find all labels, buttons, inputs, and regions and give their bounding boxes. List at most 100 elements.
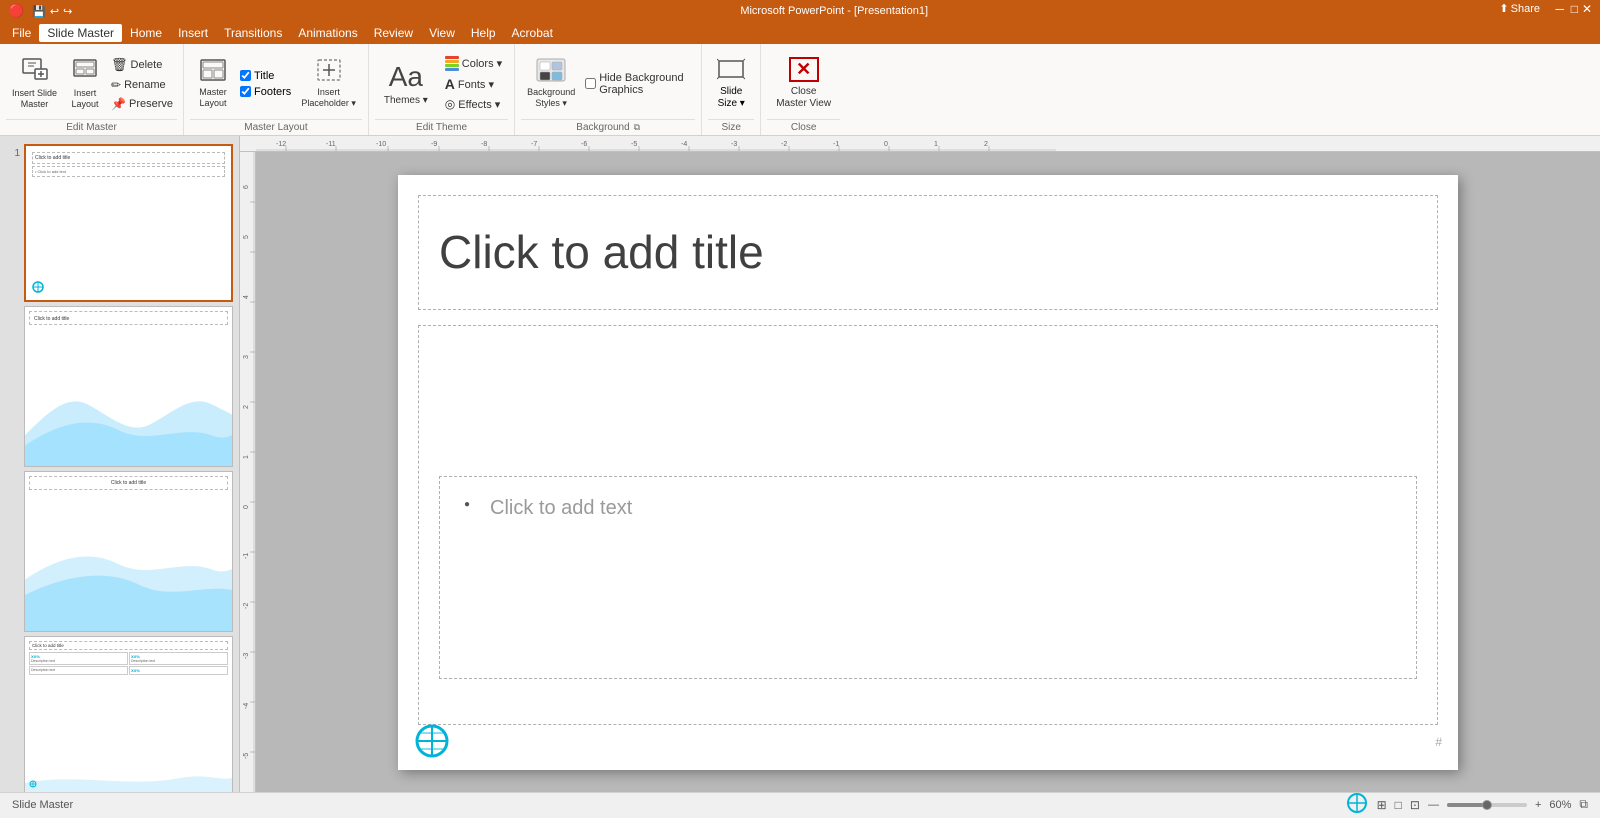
slide-logo — [414, 723, 450, 762]
svg-text:0: 0 — [884, 141, 888, 148]
svg-text:-9: -9 — [431, 141, 437, 148]
slide-number-placeholder: # — [1435, 735, 1442, 749]
quick-redo[interactable]: ↪ — [63, 5, 72, 18]
bullet-icon: ● — [464, 499, 470, 510]
menu-animations[interactable]: Animations — [290, 24, 365, 42]
fit-page-btn[interactable]: ⧉ — [1579, 797, 1588, 812]
slide-size-btn[interactable]: SlideSize ▾ — [708, 55, 754, 113]
insert-slide-master-icon — [21, 57, 49, 86]
svg-text:0: 0 — [243, 505, 250, 509]
slide-thumb-4[interactable]: Click to add title XX% Description text … — [24, 636, 233, 792]
zoom-in-btn[interactable]: + — [1535, 799, 1541, 811]
delete-btn[interactable]: 🗑 Delete — [107, 55, 177, 75]
menu-review[interactable]: Review — [366, 24, 421, 42]
zoom-out-btn[interactable]: — — [1428, 799, 1439, 811]
master-layout-icon — [199, 58, 227, 85]
zoom-slider[interactable] — [1447, 803, 1527, 807]
slide-thumb-2[interactable]: Click to add title — [24, 306, 233, 467]
ribbon-group-edit-master: Insert SlideMaster InsertLayout 🗑 Delete — [0, 44, 184, 135]
horizontal-ruler: -12 -11 -10 -9 -8 -7 -6 -5 -4 -3 -2 -1 0… — [240, 136, 1600, 152]
share-button[interactable]: ⬆ Share — [1499, 2, 1540, 15]
svg-text:3: 3 — [243, 355, 250, 359]
layout-checkboxes: Title Footers — [240, 70, 291, 98]
title-checkbox-label[interactable]: Title — [240, 70, 291, 82]
ribbon-group-size: SlideSize ▾ Size — [702, 44, 761, 135]
size-label: Size — [708, 119, 754, 133]
slide-thumb-1[interactable]: Click to add title • Click to add text — [24, 144, 233, 302]
svg-text:-11: -11 — [326, 141, 336, 148]
slide-title-placeholder[interactable]: Click to add title — [418, 195, 1438, 310]
svg-text:1: 1 — [934, 141, 938, 148]
fonts-btn[interactable]: A Fonts ▾ — [439, 74, 508, 94]
svg-text:-8: -8 — [481, 141, 487, 148]
svg-text:-5: -5 — [243, 753, 250, 759]
background-expand-icon[interactable]: ⧉ — [634, 122, 640, 133]
colors-icon — [445, 56, 459, 71]
ribbon-group-edit-theme: Aa Themes ▾ Colors ▾ A Fonts ▾ — [369, 44, 515, 135]
themes-btn[interactable]: Aa Themes ▾ — [375, 55, 437, 113]
svg-text:-3: -3 — [731, 141, 737, 148]
slide-thumb-container-3: Click to add title — [24, 471, 233, 632]
insert-placeholder-btn[interactable]: InsertPlaceholder ▾ — [295, 54, 362, 113]
view-outline-btn[interactable]: □ — [1395, 798, 1402, 812]
menu-acrobat[interactable]: Acrobat — [504, 24, 561, 42]
insert-slide-master-btn[interactable]: Insert SlideMaster — [6, 53, 63, 114]
menu-help[interactable]: Help — [463, 24, 504, 42]
quick-undo[interactable]: ↩ — [50, 5, 59, 18]
colors-btn[interactable]: Colors ▾ — [439, 54, 508, 73]
svg-text:-1: -1 — [833, 141, 839, 148]
title-checkbox[interactable] — [240, 70, 251, 81]
svg-text:-4: -4 — [243, 703, 250, 709]
background-styles-btn[interactable]: BackgroundStyles ▾ — [521, 54, 581, 113]
delete-icon: 🗑 — [111, 57, 128, 73]
ribbon-group-background: BackgroundStyles ▾ Hide Background Graph… — [515, 44, 702, 135]
hide-background-checkbox[interactable] — [585, 78, 596, 89]
title-bar-text: Microsoft PowerPoint - [Presentation1] — [740, 5, 928, 17]
zoom-level: 60% — [1549, 799, 1571, 811]
menu-insert[interactable]: Insert — [170, 24, 216, 42]
close-btn[interactable]: ✕ — [1582, 2, 1592, 16]
slide-number-1: 1 — [6, 148, 20, 159]
hide-background-checkbox-label[interactable]: Hide Background Graphics — [585, 72, 695, 96]
slide-master-label: Slide Master — [12, 799, 73, 811]
effects-btn[interactable]: ◎ Effects ▾ — [439, 95, 508, 113]
rename-btn[interactable]: ✏ Rename — [107, 76, 177, 94]
svg-text:-4: -4 — [681, 141, 687, 148]
svg-text:-10: -10 — [376, 141, 386, 148]
insert-layout-btn[interactable]: InsertLayout — [65, 54, 105, 114]
footers-checkbox-label[interactable]: Footers — [240, 86, 291, 98]
view-normal-btn[interactable]: ⊞ — [1377, 798, 1387, 812]
preserve-icon: 📌 — [111, 97, 126, 111]
maximize-btn[interactable]: □ — [1571, 2, 1578, 16]
rename-icon: ✏ — [111, 78, 121, 92]
menu-file[interactable]: File — [4, 24, 39, 42]
status-left: Slide Master — [12, 799, 73, 811]
minimize-btn[interactable]: ─ — [1555, 2, 1564, 16]
edit-master-label: Edit Master — [6, 119, 177, 133]
slide-thumb-3[interactable]: Click to add title — [24, 471, 233, 632]
close-master-view-btn[interactable]: ✕ CloseMaster View — [767, 55, 840, 113]
view-reading-btn[interactable]: ⊡ — [1410, 798, 1420, 812]
slide-thumb-container-2: Click to add title — [24, 306, 233, 467]
themes-icon: Aa — [389, 61, 423, 93]
slide-thumb-container-1: 1 Click to add title • Click to add text — [6, 144, 233, 302]
menu-view[interactable]: View — [421, 24, 463, 42]
background-label: Background ⧉ — [521, 119, 695, 133]
footers-checkbox[interactable] — [240, 86, 251, 97]
slide-content-text: Click to add text — [490, 497, 632, 519]
close-master-view-icon: ✕ — [789, 57, 819, 82]
app-icon: 🔴 — [8, 3, 24, 19]
svg-text:-7: -7 — [531, 141, 537, 148]
svg-text:5: 5 — [243, 235, 250, 239]
menu-transitions[interactable]: Transitions — [216, 24, 290, 42]
preserve-btn[interactable]: 📌 Preserve — [107, 95, 177, 113]
menu-slide-master[interactable]: Slide Master — [39, 24, 122, 42]
svg-text:-3: -3 — [243, 653, 250, 659]
slide-canvas[interactable]: Click to add title ● Click to add text — [398, 175, 1458, 770]
menu-home[interactable]: Home — [122, 24, 170, 42]
master-layout-btn[interactable]: MasterLayout — [190, 54, 236, 113]
quick-save[interactable]: 💾 — [32, 5, 46, 18]
slide-content-placeholder[interactable]: ● Click to add text — [418, 325, 1438, 725]
svg-text:2: 2 — [243, 405, 250, 409]
theme-sub-buttons: Colors ▾ A Fonts ▾ ◎ Effects ▾ — [439, 54, 508, 113]
